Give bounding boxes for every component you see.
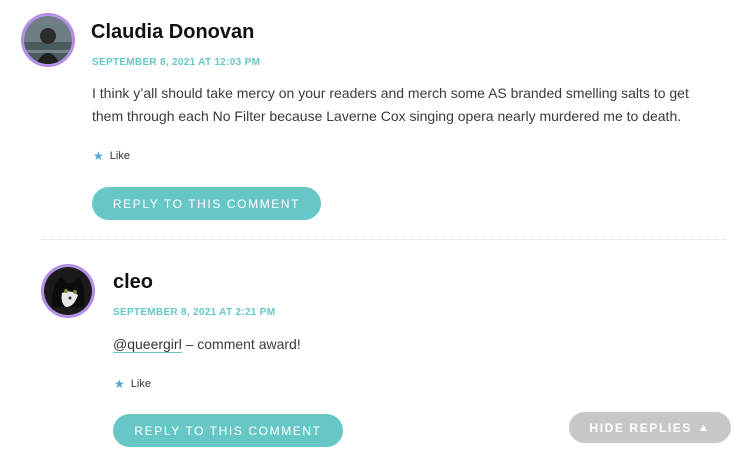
triangle-up-icon: ▲ [698,421,711,434]
star-icon: ★ [93,149,104,163]
hide-replies-button[interactable]: HIDE REPLIES ▲ [569,412,731,443]
reply-button[interactable]: REPLY TO THIS COMMENT [113,414,343,447]
hide-replies-label: HIDE REPLIES [589,420,693,435]
comment-text-line: them through each No Filter because Lave… [92,108,682,124]
avatar[interactable] [41,264,95,318]
comment-date[interactable]: SEPTEMBER 8, 2021 AT 2:21 PM [113,307,275,318]
comment-author[interactable]: cleo [113,271,153,294]
avatar-photo [24,16,72,64]
star-icon: ★ [114,377,125,391]
comment-body: I think y’all should take mercy on your … [92,82,732,128]
avatar[interactable] [21,13,75,67]
comment-body: @queergirl – comment award! [113,333,713,356]
reply-button[interactable]: REPLY TO THIS COMMENT [92,187,321,220]
like-label: Like [109,150,130,162]
comment-author[interactable]: Claudia Donovan [91,21,254,44]
comment-date[interactable]: SEPTEMBER 8, 2021 AT 12:03 PM [92,57,260,68]
avatar-photo [44,267,92,315]
comment-text-line: I think y’all should take mercy on your … [92,85,689,101]
like-label: Like [130,378,151,390]
mention-link[interactable]: @queergirl [113,336,182,353]
like-button[interactable]: ★ Like [93,149,130,163]
comment-claudia: Claudia Donovan SEPTEMBER 8, 2021 AT 12:… [0,0,742,239]
comment-text: – comment award! [181,336,301,352]
like-button[interactable]: ★ Like [114,377,151,391]
